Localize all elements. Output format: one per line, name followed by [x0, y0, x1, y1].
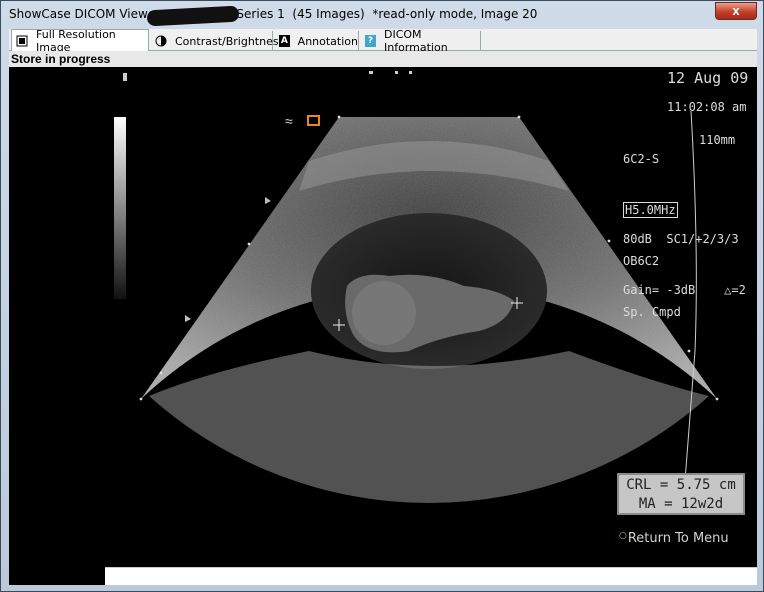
annotation-icon: A: [279, 35, 290, 47]
gain-info: 80dB SC1/+2/3/3 Gain= -3dB △=2: [623, 197, 746, 333]
redaction-mark: [146, 5, 240, 27]
tab-label: Full Resolution Image: [36, 27, 116, 54]
dynamic-range-label: 80dB SC1/+2/3/3: [623, 232, 739, 246]
tab-dicom-information[interactable]: ? DICOM Information: [361, 28, 481, 54]
study-time: 11:02:08 am: [667, 100, 747, 114]
ultrasound-image-viewer[interactable]: ≈ 12 Aug 09 11:02:08 am 6C2-S H5.0MHz OB…: [9, 51, 757, 585]
tab-annotation[interactable]: A Annotation: [275, 31, 359, 51]
grayscale-bar: [114, 117, 126, 299]
probe-name: 6C2-S: [623, 152, 660, 166]
tab-label: Contrast/Brightness: [175, 34, 285, 48]
title-bar[interactable]: ShowCase DICOM Viewer Series 1 (45 Image…: [1, 1, 763, 29]
compound-icon: ≈: [285, 113, 293, 129]
tab-full-resolution-image[interactable]: Full Resolution Image: [11, 27, 149, 54]
gain-label: Gain= -3dB △=2: [623, 283, 746, 297]
radio-icon: ○: [619, 531, 627, 541]
dicom-viewer-window: ShowCase DICOM Viewer Series 1 (45 Image…: [0, 0, 764, 592]
image-icon: [16, 35, 28, 47]
zoom-icon: [307, 115, 320, 126]
measurement-box: CRL = 5.75 cm MA = 12w2d: [617, 473, 745, 515]
tab-contrast-brightness[interactable]: Contrast/Brightness: [151, 31, 284, 51]
crl-measurement: CRL = 5.75 cm: [626, 477, 736, 493]
contrast-icon: [155, 35, 167, 47]
tab-bar: Full Resolution Image Contrast/Brightnes…: [9, 27, 757, 54]
depth-label: 110mm: [699, 133, 736, 147]
window-title: ShowCase DICOM Viewer Series 1 (45 Image…: [9, 7, 538, 21]
ma-measurement: MA = 12w2d: [638, 496, 724, 512]
info-icon: ?: [365, 35, 376, 47]
study-date: 12 Aug 09: [667, 69, 749, 87]
return-to-menu-link[interactable]: ○Return To Menu: [619, 531, 729, 546]
tab-label: Annotation: [297, 34, 358, 48]
return-label: Return To Menu: [627, 531, 729, 546]
close-button[interactable]: x: [715, 2, 757, 20]
horizontal-scrollbar[interactable]: [105, 567, 757, 585]
